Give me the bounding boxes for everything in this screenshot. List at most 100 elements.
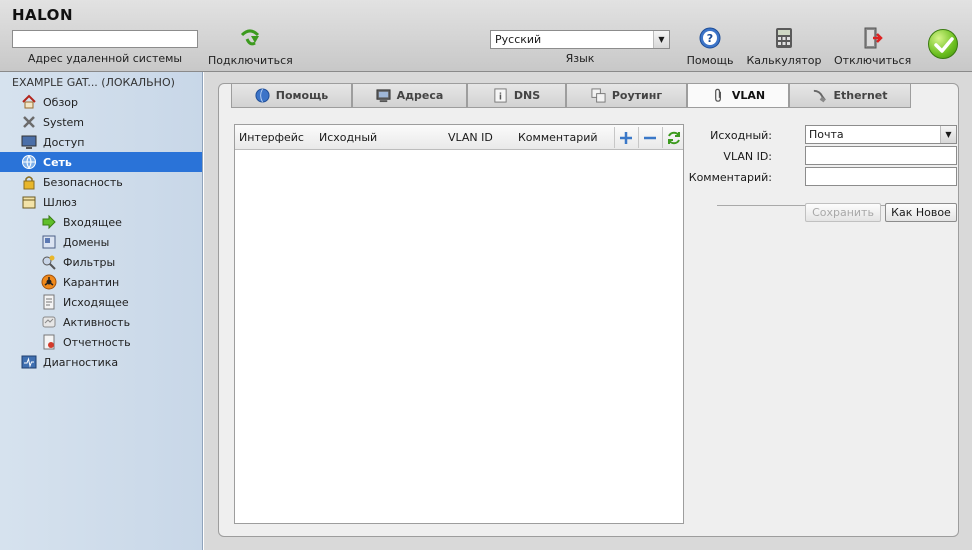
source-value: Почта xyxy=(809,128,844,141)
sidebar-item-overview[interactable]: Обзор xyxy=(0,92,202,112)
tab-label: DNS xyxy=(513,89,541,102)
connect-arrow-icon xyxy=(238,26,262,50)
minus-icon xyxy=(643,136,656,139)
biohazard-icon xyxy=(41,274,57,290)
vlan-id-label: VLAN ID: xyxy=(723,150,772,163)
column-vlan-id[interactable]: VLAN ID xyxy=(448,131,493,144)
tab-help[interactable]: Помощь xyxy=(231,84,352,108)
chevron-down-icon: ▼ xyxy=(940,126,956,143)
tab-label: Ethernet xyxy=(833,89,888,102)
sidebar-item-label: Сеть xyxy=(43,155,72,169)
sidebar-item-reporting[interactable]: Отчетность xyxy=(0,332,202,352)
tab-label: VLAN xyxy=(731,89,766,102)
sidebar-item-label: Безопасность xyxy=(43,175,123,189)
vlan-id-input[interactable] xyxy=(805,146,957,165)
sidebar-item-activity[interactable]: Активность xyxy=(0,312,202,332)
calculator-button[interactable]: Калькулятор xyxy=(746,26,822,67)
remove-row-button[interactable] xyxy=(638,127,660,148)
sidebar-item-security[interactable]: Безопасность xyxy=(0,172,202,192)
help-label: Помощь xyxy=(686,54,734,67)
sidebar-item-label: Доступ xyxy=(43,135,85,149)
add-row-button[interactable] xyxy=(614,127,636,148)
diagnostics-icon xyxy=(21,354,37,370)
sidebar-item-outbound[interactable]: Исходящее xyxy=(0,292,202,312)
chevron-down-icon: ▼ xyxy=(653,31,669,48)
arrow-right-icon xyxy=(41,214,57,230)
sidebar-item-label: Активность xyxy=(63,315,131,329)
activity-icon xyxy=(41,314,57,330)
network-panel: Помощь Адреса i DNS Роутинг VLAN Etherne… xyxy=(218,83,959,537)
save-button[interactable]: Сохранить xyxy=(805,203,881,222)
door-exit-icon xyxy=(860,26,884,50)
disconnect-label: Отключиться xyxy=(834,54,912,67)
help-button[interactable]: ? Помощь xyxy=(686,26,734,67)
sidebar-item-label: Отчетность xyxy=(63,335,131,349)
tab-vlan[interactable]: VLAN xyxy=(687,84,789,108)
sidebar-item-label: Обзор xyxy=(43,95,79,109)
remote-address-input[interactable] xyxy=(12,30,198,48)
sidebar: EXAMPLE GAT... (ЛОКАЛЬНО) Обзор System Д… xyxy=(0,72,203,550)
language-select[interactable]: Русский ▼ xyxy=(490,30,670,49)
tab-addresses[interactable]: Адреса xyxy=(352,84,467,108)
dns-icon: i xyxy=(493,88,508,103)
save-as-new-button[interactable]: Как Новое xyxy=(885,203,957,222)
report-icon xyxy=(41,334,57,350)
column-source[interactable]: Исходный xyxy=(319,131,377,144)
sidebar-item-filters[interactable]: Фильтры xyxy=(0,252,202,272)
status-ok-icon xyxy=(928,29,958,59)
column-comment[interactable]: Комментарий xyxy=(518,131,598,144)
table-header: Интерфейс Исходный VLAN ID Комментарий xyxy=(235,125,683,150)
help-globe-icon xyxy=(255,88,270,103)
monitor-icon xyxy=(21,134,37,150)
sidebar-heading[interactable]: EXAMPLE GAT... (ЛОКАЛЬНО) xyxy=(0,72,202,92)
tab-ethernet[interactable]: Ethernet xyxy=(789,84,911,108)
tab-label: Адреса xyxy=(396,89,444,102)
sidebar-item-label: Исходящее xyxy=(63,295,129,309)
language-value: Русский xyxy=(495,33,542,46)
routing-icon xyxy=(591,88,606,103)
sidebar-item-label: Фильтры xyxy=(63,255,116,269)
svg-text:i: i xyxy=(499,91,502,101)
disconnect-button[interactable]: Отключиться xyxy=(834,26,912,67)
tab-routing[interactable]: Роутинг xyxy=(566,84,687,108)
globe-icon xyxy=(21,154,37,170)
main-content: Помощь Адреса i DNS Роутинг VLAN Etherne… xyxy=(204,72,972,550)
connect-button[interactable]: Подключиться xyxy=(208,26,293,67)
gateway-icon xyxy=(21,194,37,210)
app-logo: HALON xyxy=(12,6,73,24)
sidebar-item-quarantine[interactable]: Карантин xyxy=(0,272,202,292)
sidebar-item-label: Входящее xyxy=(63,215,122,229)
outgoing-icon xyxy=(41,294,57,310)
filters-icon xyxy=(41,254,57,270)
sidebar-item-inbound[interactable]: Входящее xyxy=(0,212,202,232)
sidebar-item-domains[interactable]: Домены xyxy=(0,232,202,252)
calculator-icon xyxy=(772,26,796,50)
sidebar-item-access[interactable]: Доступ xyxy=(0,132,202,152)
comment-label: Комментарий: xyxy=(688,171,772,184)
app-header: HALON Адрес удаленной системы Подключить… xyxy=(0,0,972,72)
sidebar-item-label: Шлюз xyxy=(43,195,77,209)
monitor-icon xyxy=(376,88,391,103)
source-select[interactable]: Почта ▼ xyxy=(805,125,957,144)
tab-label: Роутинг xyxy=(611,89,663,102)
sidebar-item-network[interactable]: Сеть xyxy=(0,152,202,172)
tools-icon xyxy=(21,114,37,130)
svg-text:?: ? xyxy=(707,32,713,45)
calculator-label: Калькулятор xyxy=(746,54,822,67)
comment-input[interactable] xyxy=(805,167,957,186)
tab-label: Помощь xyxy=(275,89,329,102)
help-icon: ? xyxy=(698,26,722,50)
sidebar-item-label: Карантин xyxy=(63,275,120,289)
cable-icon xyxy=(812,88,827,103)
vlan-table: Интерфейс Исходный VLAN ID Комментарий xyxy=(234,124,684,524)
tab-bar: Помощь Адреса i DNS Роутинг VLAN Etherne… xyxy=(231,84,911,108)
paperclip-icon xyxy=(711,88,726,103)
tab-dns[interactable]: i DNS xyxy=(467,84,566,108)
sidebar-item-diagnostics[interactable]: Диагностика xyxy=(0,352,202,372)
sidebar-item-gateway[interactable]: Шлюз xyxy=(0,192,202,212)
plus-icon xyxy=(619,131,632,144)
source-label: Исходный: xyxy=(710,129,772,142)
sidebar-item-system[interactable]: System xyxy=(0,112,202,132)
column-interface[interactable]: Интерфейс xyxy=(239,131,304,144)
sidebar-item-label: System xyxy=(43,115,85,129)
